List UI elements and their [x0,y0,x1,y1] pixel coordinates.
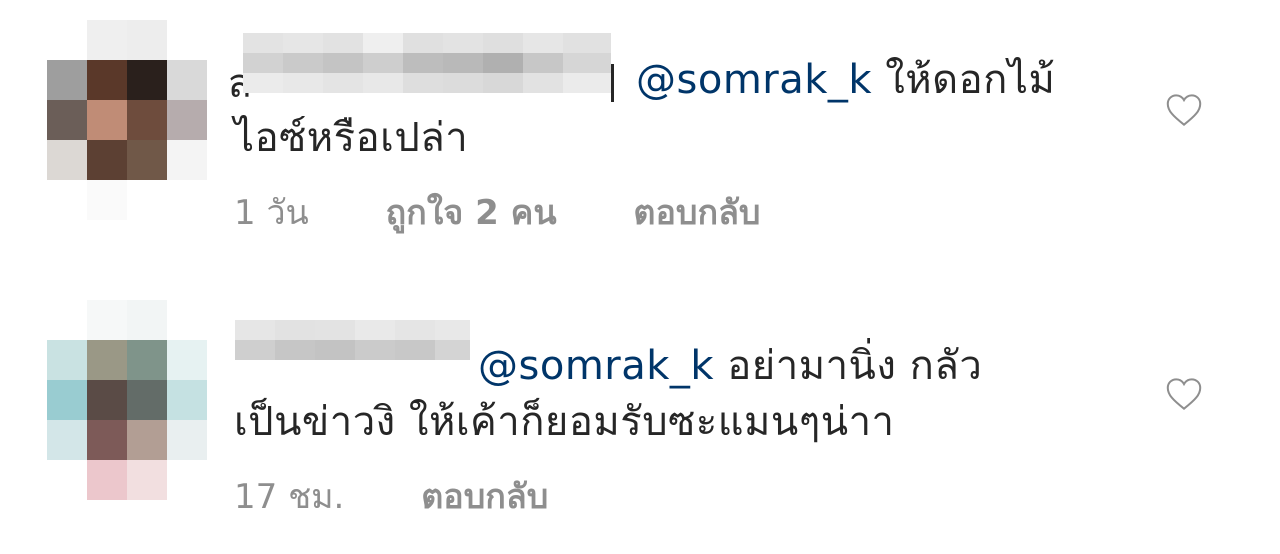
comment-time: 17 ชม. [234,477,345,517]
comment-text-line-1: @somrak_k ให้ดอกไม้ [636,60,1055,100]
username-cursor [611,64,614,102]
likes-count-link[interactable]: ถูกใจ 2 คน [386,193,557,233]
avatar[interactable] [47,300,207,500]
comment-text-line-2: ไอซ์หรือเปล่า [234,115,469,161]
comment-item-2: @somrak_k อย่ามานิ่ง กลัว เป็นข่าวงิ ให้… [0,280,1280,554]
username-redacted[interactable] [235,320,470,360]
comment-text-line-1: @somrak_k อย่ามานิ่ง กลัว [478,346,982,386]
heart-icon[interactable] [1165,377,1203,411]
comment-item-1: ส @somrak_k ให้ดอกไม้ ไอซ์หรือเปล่า 1 วั… [0,0,1280,260]
mention-link[interactable]: @somrak_k [478,343,714,389]
reply-button[interactable]: ตอบกลับ [421,477,548,517]
comment-text: ให้ดอกไม้ [872,57,1056,103]
comment-meta: 17 ชม. ตอบกลับ [234,480,548,514]
username-redacted[interactable] [243,33,611,93]
avatar[interactable] [47,20,207,220]
heart-icon[interactable] [1165,93,1203,127]
mention-link[interactable]: @somrak_k [636,57,872,103]
comment-meta: 1 วัน ถูกใจ 2 คน ตอบกลับ [234,196,761,230]
comment-text-line-2: เป็นข่าวงิ ให้เค้าก็ยอมรับซะแมนๆน่าา [234,399,895,445]
comment-time: 1 วัน [234,193,309,233]
comment-text: อย่ามานิ่ง กลัว [714,343,983,389]
reply-button[interactable]: ตอบกลับ [633,193,760,233]
